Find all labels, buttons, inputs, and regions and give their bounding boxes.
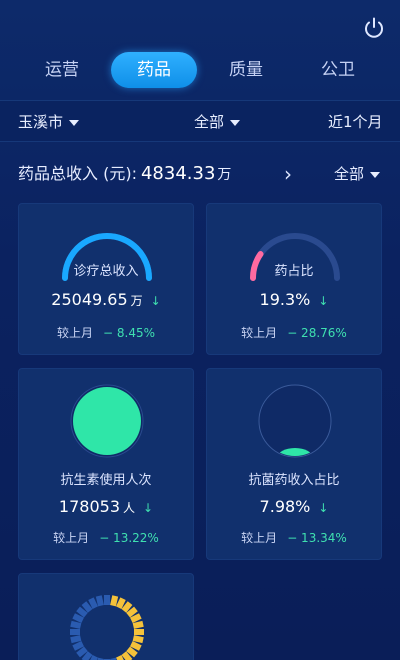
half-gauge bbox=[62, 233, 152, 281]
card-compare: 较上月 − 13.22% bbox=[19, 529, 193, 546]
card-antibacterial-revenue-ratio[interactable]: 抗菌药收入占比 7.98% ↓ 较上月 − 13.34% bbox=[206, 368, 382, 560]
card-value-number: 25049.65 bbox=[51, 290, 128, 309]
card-value-unit: 人 bbox=[123, 501, 136, 515]
summary-label: 药品总收入 (元): bbox=[18, 164, 137, 183]
compare-pct: − 28.76% bbox=[287, 326, 347, 340]
period-selector[interactable]: 近1个月 bbox=[328, 101, 383, 143]
card-value: 25049.65 万 ↓ bbox=[19, 290, 193, 309]
card-value-unit: 万 bbox=[130, 294, 143, 308]
ring-segment bbox=[134, 629, 144, 635]
ring-segment bbox=[104, 595, 110, 605]
compare-label: 较上月 bbox=[241, 531, 278, 545]
arrow-down-icon: ↓ bbox=[318, 294, 329, 308]
card-compare: 较上月 − 28.76% bbox=[207, 324, 381, 341]
chevron-down-icon bbox=[69, 119, 80, 126]
compare-label: 较上月 bbox=[56, 326, 93, 340]
card-value: 178053 人 ↓ bbox=[19, 497, 193, 516]
ring-segment bbox=[70, 629, 80, 635]
card-value: 7.98% ↓ bbox=[207, 497, 381, 516]
scope-dropdown[interactable]: 全部 bbox=[194, 101, 241, 143]
chevron-down-icon bbox=[370, 171, 381, 178]
card-antibiotic-visits[interactable]: 抗生素使用人次 178053 人 ↓ 较上月 − 13.22% bbox=[18, 368, 194, 560]
arrow-down-icon: ↓ bbox=[143, 501, 154, 515]
compare-pct: − 13.22% bbox=[99, 531, 159, 545]
summary-value: 4834.33 bbox=[140, 163, 216, 184]
card-drug-ratio[interactable]: 药占比 19.3% ↓ 较上月 − 28.76% bbox=[206, 203, 382, 355]
tab-public-health[interactable]: 公卫 bbox=[298, 52, 378, 88]
card-treatment-revenue[interactable]: 诊疗总收入 25049.65 万 ↓ 较上月 − 8.45% bbox=[18, 203, 194, 355]
tab-drugs[interactable]: 药品 bbox=[111, 52, 197, 88]
power-icon[interactable] bbox=[362, 16, 386, 40]
compare-label: 较上月 bbox=[53, 531, 90, 545]
card-value: 19.3% ↓ bbox=[207, 290, 381, 309]
chevron-right-icon[interactable]: › bbox=[284, 160, 292, 188]
filter-bar: 玉溪市 全部 近1个月 bbox=[0, 100, 400, 142]
card-label: 诊疗总收入 bbox=[73, 264, 139, 279]
scope-label: 全部 bbox=[194, 113, 225, 131]
card-value-number: 19.3% bbox=[259, 290, 311, 309]
summary-unit: 万 bbox=[217, 167, 232, 183]
card-value-number: 7.98% bbox=[259, 497, 311, 516]
summary-scope-label: 全部 bbox=[334, 165, 365, 183]
drug-revenue-summary: 药品总收入 (元): 4834.33 万 bbox=[18, 160, 231, 188]
card-label: 抗生素使用人次 bbox=[60, 473, 152, 488]
circle-gauge bbox=[70, 384, 144, 458]
period-label: 近1个月 bbox=[328, 113, 383, 131]
arrow-down-icon: ↓ bbox=[150, 294, 161, 308]
ring-gauge bbox=[70, 595, 144, 660]
region-dropdown[interactable]: 玉溪市 bbox=[18, 101, 80, 143]
card-ring-chart[interactable] bbox=[18, 573, 194, 660]
card-value-number: 178053 bbox=[58, 497, 120, 516]
card-label: 抗菌药收入占比 bbox=[248, 473, 340, 488]
card-compare: 较上月 − 8.45% bbox=[19, 324, 193, 341]
summary-scope-dropdown[interactable]: 全部 bbox=[334, 160, 381, 188]
tab-quality[interactable]: 质量 bbox=[206, 52, 286, 88]
chevron-down-icon bbox=[230, 119, 241, 126]
arrow-down-icon: ↓ bbox=[318, 501, 329, 515]
tab-bar: 运营 药品 质量 公卫 bbox=[0, 52, 400, 88]
tab-operations[interactable]: 运营 bbox=[22, 52, 102, 88]
region-label: 玉溪市 bbox=[18, 113, 64, 131]
card-label: 药占比 bbox=[274, 264, 314, 279]
half-gauge bbox=[250, 233, 340, 281]
card-compare: 较上月 − 13.34% bbox=[207, 529, 381, 546]
circle-gauge bbox=[258, 384, 332, 458]
compare-pct: − 13.34% bbox=[287, 531, 347, 545]
compare-pct: − 8.45% bbox=[103, 326, 155, 340]
compare-label: 较上月 bbox=[241, 326, 278, 340]
